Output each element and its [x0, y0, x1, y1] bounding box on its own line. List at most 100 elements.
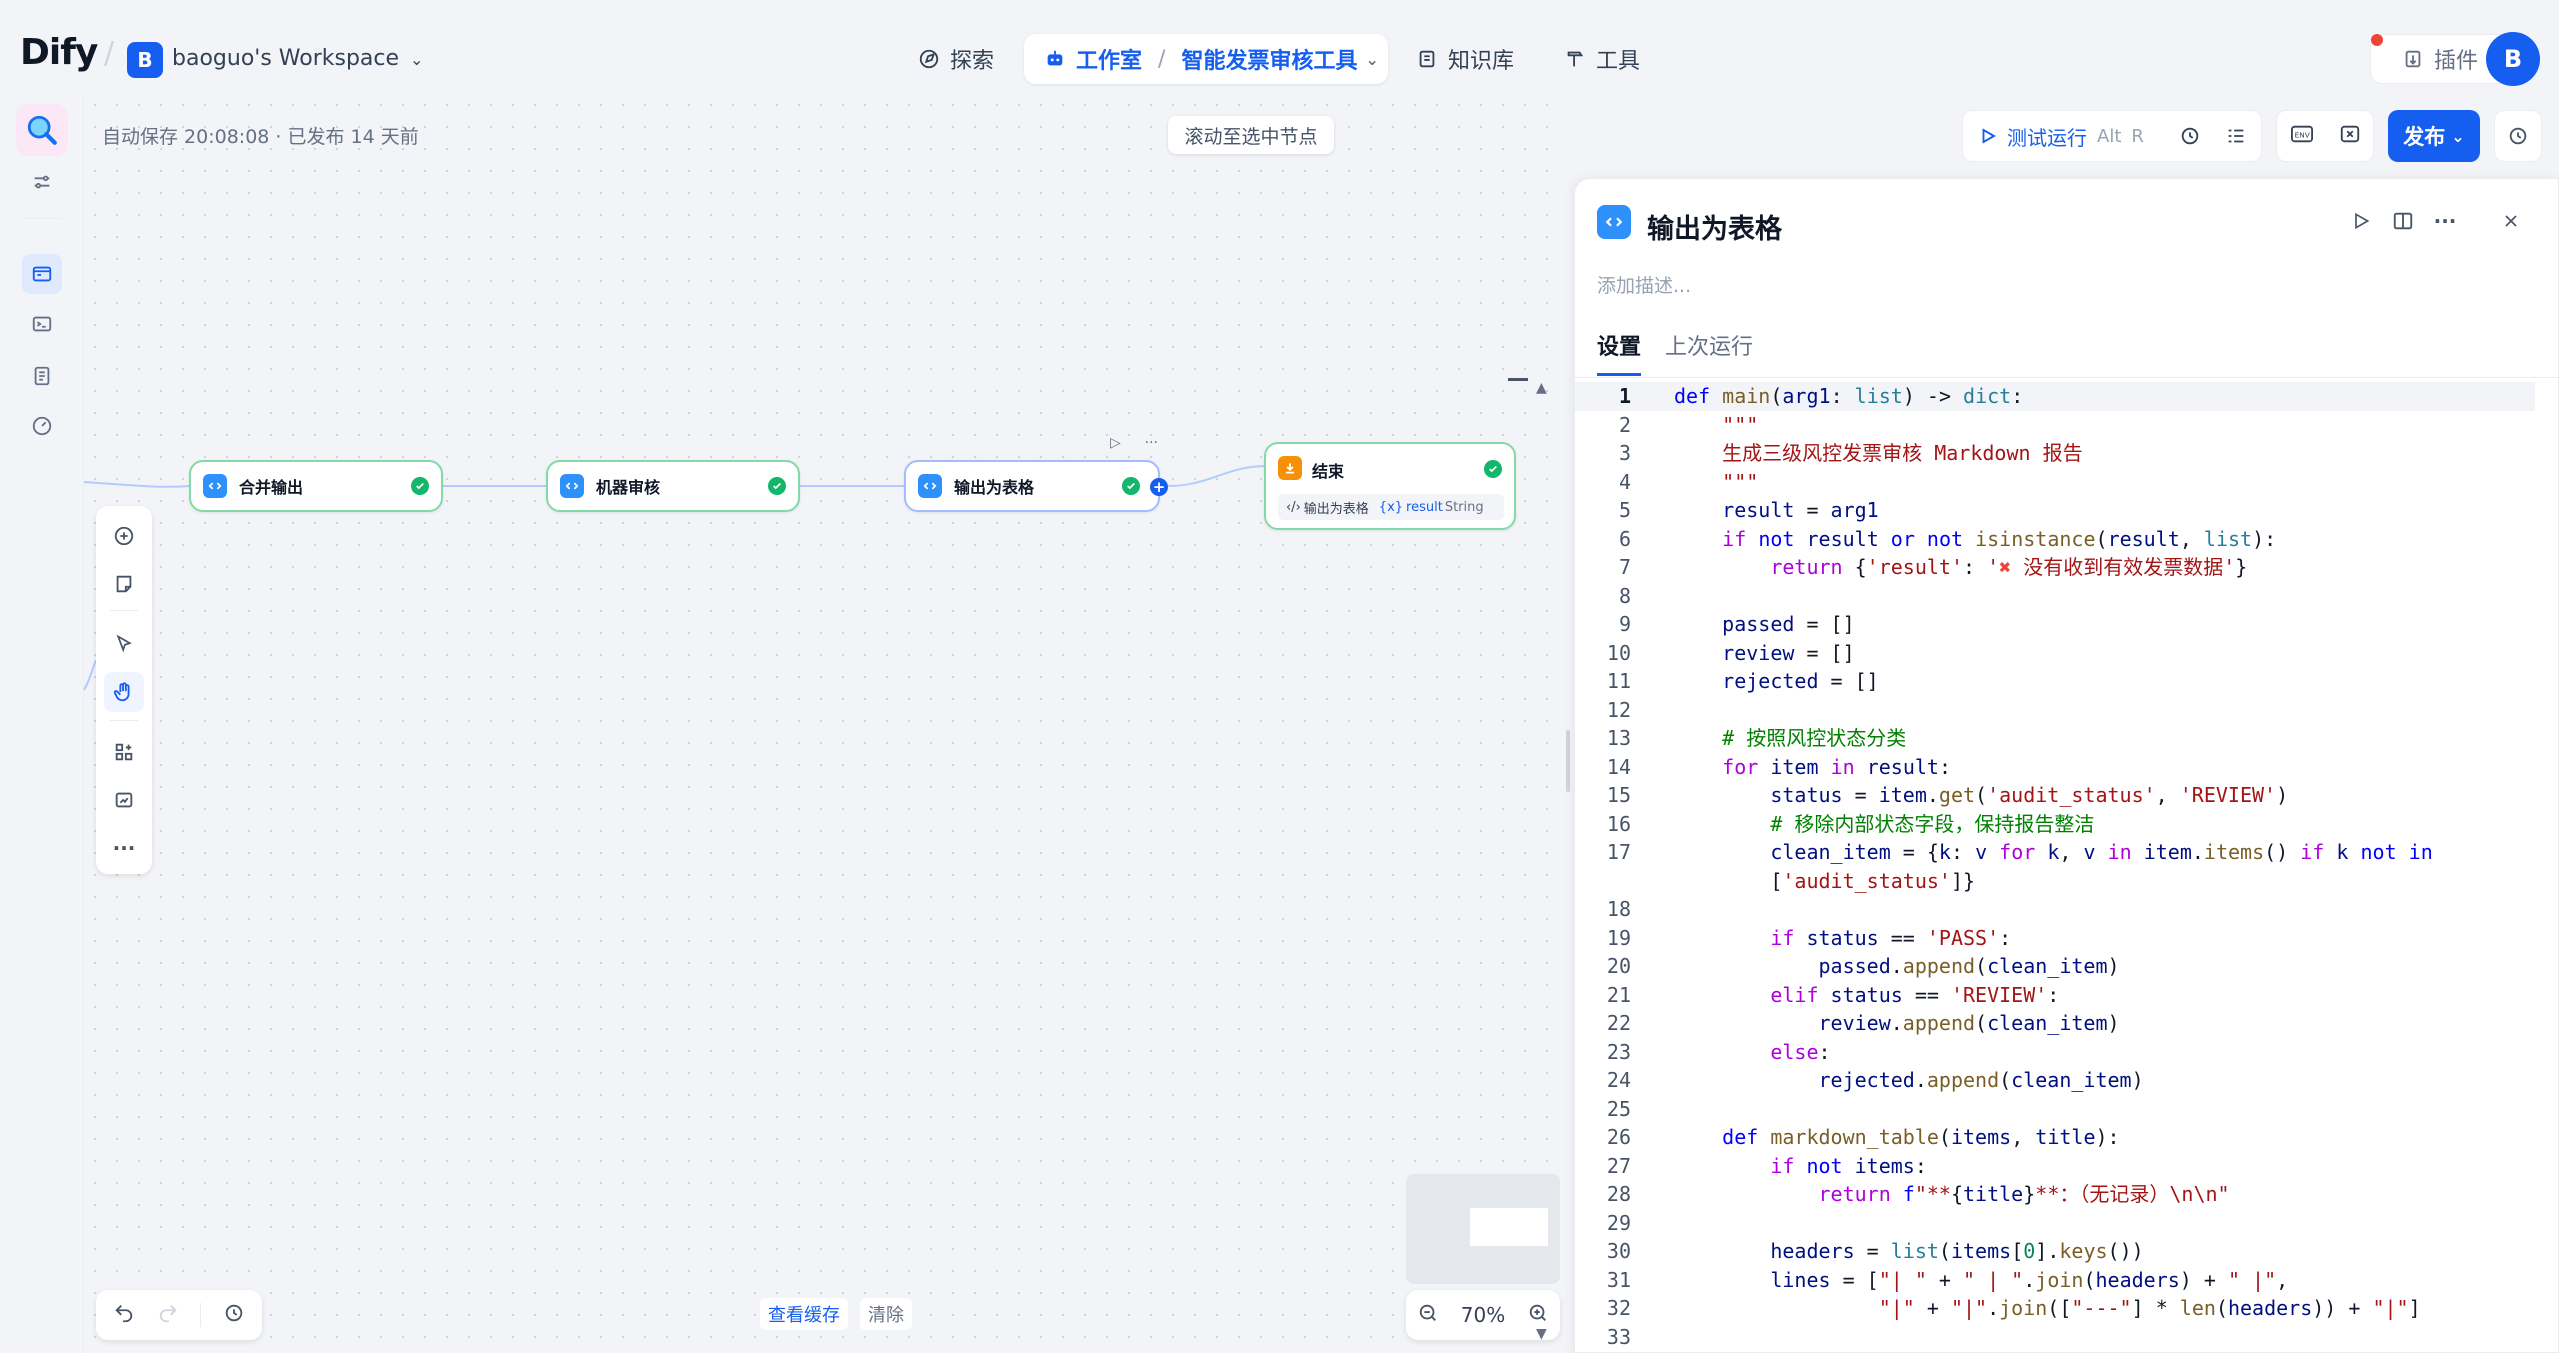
success-check-icon: [1484, 460, 1502, 478]
node-machine-review[interactable]: 机器审核: [546, 460, 800, 512]
node-quick-actions: ▷ ···: [1110, 432, 1158, 454]
success-check-icon: [1122, 477, 1140, 495]
minimap[interactable]: [1406, 1174, 1560, 1284]
play-icon[interactable]: ▷: [1110, 435, 1121, 451]
view-cache-button[interactable]: 查看缓存: [760, 1298, 848, 1330]
var-prefix: {x}: [1378, 499, 1404, 515]
code-line: 20 passed.append(clean_item): [1575, 952, 2535, 981]
shortcut-key: Alt: [2097, 125, 2122, 147]
plugins-label: 插件: [2433, 49, 2478, 74]
zoom-level[interactable]: 70%: [1461, 1303, 1505, 1327]
version-history-button[interactable]: [2494, 110, 2542, 162]
chevron-down-icon: ⌄: [2451, 126, 2465, 146]
code-editor[interactable]: 1 def main(arg1: list) -> dict: 2 """ 3 生…: [1575, 379, 2535, 1352]
minimap-viewport[interactable]: [1470, 1208, 1548, 1246]
line-number: 13: [1606, 726, 1631, 750]
test-run-button[interactable]: 测试运行 Alt R: [1979, 122, 2144, 151]
add-node-icon[interactable]: [104, 516, 144, 556]
node-output-table[interactable]: 输出为表格: [904, 460, 1160, 512]
var-source: 输出为表格: [1303, 501, 1369, 517]
svg-text:ENV: ENV: [2294, 130, 2309, 139]
code-line: 29: [1575, 1209, 2535, 1238]
panel-resize-handle[interactable]: [1566, 730, 1570, 792]
code-line: 33: [1575, 1323, 2535, 1352]
zoom-out-icon[interactable]: [1417, 1302, 1439, 1329]
add-next-node-button[interactable]: +: [1150, 478, 1168, 496]
code-line: 27 if not items:: [1575, 1152, 2535, 1181]
more-icon[interactable]: ···: [104, 828, 144, 868]
close-icon[interactable]: [2490, 211, 2532, 231]
code-icon: [203, 474, 227, 498]
node-merge-output[interactable]: 合并输出: [189, 460, 443, 512]
code-line: 14 for item in result:: [1575, 753, 2535, 782]
line-number: 24: [1606, 1068, 1631, 1092]
add-note-icon[interactable]: [104, 564, 144, 604]
editor-scrollbar-track[interactable]: [2535, 379, 2558, 1352]
success-check-icon: [768, 477, 786, 495]
organize-blocks-icon[interactable]: [104, 732, 144, 772]
env-variables-icon[interactable]: ENV: [2290, 123, 2314, 150]
redo-icon[interactable]: [157, 1302, 179, 1329]
history-icon[interactable]: [223, 1302, 245, 1329]
line-number: 15: [1606, 783, 1631, 807]
split-view-icon[interactable]: [2382, 210, 2424, 232]
tab-settings[interactable]: 设置: [1597, 329, 1642, 376]
description-input[interactable]: 添加描述...: [1597, 271, 1691, 298]
nav-tools[interactable]: 工具: [1564, 34, 1640, 84]
node-title: 结束: [1312, 462, 1345, 481]
test-run-label: 测试运行: [2007, 125, 2087, 150]
line-number: 18: [1606, 897, 1631, 921]
code-line: ['audit_status']}: [1674, 868, 1976, 893]
run-history-icon[interactable]: [2179, 125, 2201, 152]
scroll-up-arrow-icon[interactable]: ▲: [1536, 380, 1547, 396]
run-node-icon[interactable]: [2340, 211, 2382, 231]
line-number: 6: [1618, 526, 1631, 551]
tab-last-run[interactable]: 上次运行: [1665, 329, 1753, 376]
conversation-variables-icon[interactable]: [2339, 123, 2361, 150]
fit-view-icon[interactable]: [104, 780, 144, 820]
run-toolbar: 测试运行 Alt R: [1962, 110, 2262, 162]
plugin-icon: [2405, 50, 2421, 68]
line-number: 12: [1606, 697, 1631, 722]
end-flag-icon: [1278, 456, 1302, 480]
undo-icon[interactable]: [113, 1302, 135, 1329]
line-number: 14: [1606, 754, 1631, 779]
pointer-icon[interactable]: [104, 624, 144, 664]
code-line: 12: [1575, 696, 2535, 725]
line-number: 16: [1606, 811, 1631, 836]
clear-button[interactable]: 清除: [860, 1298, 912, 1330]
code-line: 5 result = arg1: [1575, 496, 2535, 525]
code-line: 30 headers = list(items[0].keys()): [1575, 1237, 2535, 1266]
notification-dot: [2371, 34, 2383, 46]
checklist-icon[interactable]: [2225, 125, 2247, 152]
user-avatar[interactable]: B: [2486, 32, 2540, 86]
line-number: 9: [1618, 612, 1631, 636]
line-number: 1: [1618, 384, 1631, 408]
undo-redo-controls: [96, 1290, 262, 1340]
hand-icon[interactable]: [104, 672, 144, 712]
panel-title[interactable]: 输出为表格: [1647, 207, 1782, 246]
line-number: 20: [1606, 954, 1631, 978]
code-line: 32 "|" + "|".join(["---"] * len(headers)…: [1575, 1294, 2535, 1323]
publish-button[interactable]: 发布 ⌄: [2388, 110, 2480, 162]
code-line: 6 if not result or not isinstance(result…: [1575, 525, 2535, 554]
hammer-icon: [1567, 51, 1584, 67]
panel-actions: ···: [2340, 209, 2532, 233]
line-number: 3: [1618, 441, 1631, 465]
code-line: 22 review.append(clean_item): [1575, 1009, 2535, 1038]
tab-divider: [1575, 377, 2558, 378]
code-icon: ‹/›: [1286, 499, 1301, 515]
scroll-down-arrow-icon[interactable]: ▼: [1536, 1326, 1547, 1342]
code-line: 10 review = []: [1575, 639, 2535, 668]
code-line: 26 def markdown_table(items, title):: [1575, 1123, 2535, 1152]
code-line: 3 生成三级风控发票审核 Markdown 报告: [1575, 439, 2535, 468]
node-title: 合并输出: [239, 478, 304, 497]
more-icon[interactable]: ···: [2424, 209, 2466, 233]
more-icon[interactable]: ···: [1145, 435, 1158, 451]
zoom-in-icon[interactable]: [1527, 1302, 1549, 1329]
node-end[interactable]: 结束 ‹/› 输出为表格 {x} result String: [1264, 442, 1516, 530]
palette-divider: [110, 610, 138, 611]
line-number: 27: [1606, 1153, 1631, 1178]
panel-tabs: 设置 上次运行: [1597, 329, 1777, 376]
code-line: 9 passed = []: [1575, 610, 2535, 639]
